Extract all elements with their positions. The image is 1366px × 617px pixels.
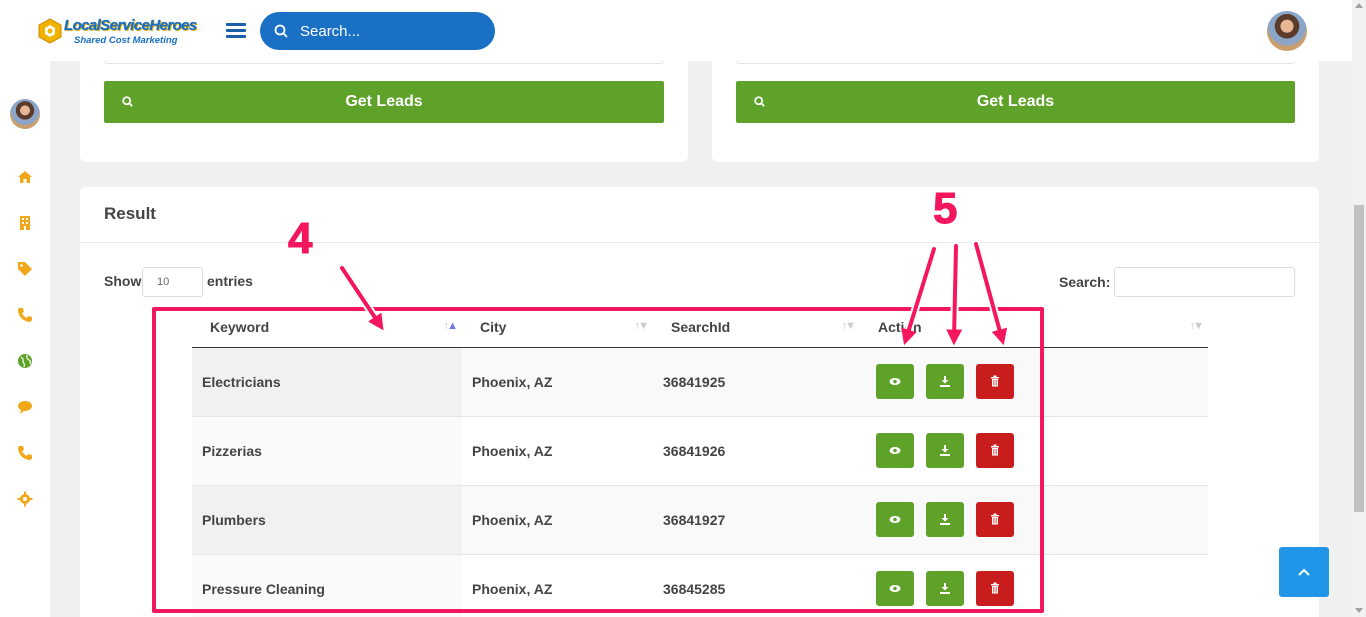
search-input[interactable] (300, 21, 480, 41)
menu-toggle-icon[interactable] (226, 23, 246, 39)
table-row: Pressure Cleaning Phoenix, AZ 36845285 (192, 554, 1208, 617)
delete-button[interactable] (976, 502, 1014, 537)
city-cell: Phoenix, AZ (462, 347, 653, 417)
globe-icon[interactable] (17, 353, 33, 369)
gear-icon[interactable] (17, 491, 33, 507)
table-row: Plumbers Phoenix, AZ 36841927 (192, 485, 1208, 555)
hexagon-logo-icon (38, 18, 62, 44)
column-header-keyword[interactable]: Keyword ↑▲ (192, 307, 462, 348)
home-icon[interactable] (17, 169, 33, 185)
download-icon (940, 514, 950, 525)
download-button[interactable] (926, 364, 964, 399)
keyword-cell: Plumbers (192, 485, 462, 555)
chevron-up-icon (1298, 568, 1310, 576)
result-card: Result Show entries Search: Keyword↑▲ Ci… (80, 187, 1319, 617)
annotation-label-5: 5 (932, 184, 958, 234)
download-button[interactable] (926, 502, 964, 537)
search-icon (122, 96, 133, 107)
keyword-cell: Electricians (192, 347, 462, 417)
searchid-cell: 36841925 (653, 347, 860, 417)
brand-tagline: Shared Cost Marketing (74, 35, 178, 46)
top-bar: LocalServiceHeroes Shared Cost Marketing (0, 0, 1352, 61)
view-button[interactable] (876, 433, 914, 468)
trash-icon (991, 582, 999, 594)
eye-icon (889, 378, 901, 385)
searchid-cell: 36845285 (653, 554, 860, 617)
sort-asc-icon: ↑▲ (443, 320, 458, 332)
city-cell: Phoenix, AZ (462, 485, 653, 555)
result-title: Result (104, 204, 156, 223)
table-row: Electricians Phoenix, AZ 36841925 (192, 347, 1208, 417)
action-cell (860, 416, 1208, 486)
trash-icon (991, 375, 999, 387)
download-icon (940, 445, 950, 456)
table-search-input[interactable] (1114, 267, 1295, 297)
get-leads-label: Get Leads (345, 93, 423, 110)
entries-label: entries (207, 273, 253, 289)
delete-button[interactable] (976, 364, 1014, 399)
scroll-up-arrow-icon[interactable] (1355, 3, 1363, 8)
searchid-cell: 36841927 (653, 485, 860, 555)
view-button[interactable] (876, 502, 914, 537)
city-cell: Phoenix, AZ (462, 416, 653, 486)
page-size-select[interactable] (142, 267, 203, 297)
action-cell (860, 347, 1208, 417)
table-search-label: Search: (1059, 274, 1111, 290)
action-cell (860, 485, 1208, 555)
column-header-city[interactable]: City ↑▼ (462, 307, 653, 348)
brand-name: LocalServiceHeroes (64, 17, 198, 34)
phone-icon[interactable] (17, 445, 33, 461)
sidebar-avatar[interactable] (10, 99, 40, 129)
download-button[interactable] (926, 433, 964, 468)
phone-icon[interactable] (17, 307, 33, 323)
brand-logo[interactable]: LocalServiceHeroes Shared Cost Marketing (38, 16, 197, 48)
tag-icon[interactable] (17, 261, 33, 277)
sort-icon: ↑▼ (634, 320, 649, 332)
keyword-cell: Pizzerias (192, 416, 462, 486)
download-button[interactable] (926, 571, 964, 606)
column-header-searchid[interactable]: SearchId ↑▼ (653, 307, 860, 348)
column-header-action[interactable]: Action ↑▼ (860, 307, 1208, 348)
delete-button[interactable] (976, 571, 1014, 606)
trash-icon (991, 513, 999, 525)
searchid-cell: 36841926 (653, 416, 860, 486)
action-cell (860, 554, 1208, 617)
table-header-row: Keyword ↑▲ City ↑▼ SearchId ↑▼ Action ↑▼ (192, 307, 1208, 348)
trash-icon (991, 444, 999, 456)
annotation-label-4: 4 (287, 214, 313, 264)
get-leads-button[interactable]: Get Leads (736, 81, 1295, 123)
eye-icon (889, 516, 901, 523)
sort-icon: ↑▼ (1189, 320, 1204, 332)
global-search[interactable] (260, 12, 495, 50)
view-button[interactable] (876, 571, 914, 606)
table-row: Pizzerias Phoenix, AZ 36841926 (192, 416, 1208, 486)
building-icon[interactable] (17, 215, 33, 231)
scroll-to-top-button[interactable] (1279, 547, 1329, 597)
chat-icon[interactable] (17, 399, 33, 415)
delete-button[interactable] (976, 433, 1014, 468)
sort-icon: ↑▼ (841, 320, 856, 332)
scroll-down-arrow-icon[interactable] (1355, 608, 1363, 613)
sidebar (0, 61, 50, 617)
scrollbar-thumb[interactable] (1354, 205, 1364, 512)
search-icon (274, 24, 288, 38)
download-icon (940, 376, 950, 387)
get-leads-button[interactable]: Get Leads (104, 81, 664, 123)
eye-icon (889, 447, 901, 454)
results-table: Keyword ↑▲ City ↑▼ SearchId ↑▼ Action ↑▼ Ele… (192, 307, 1208, 617)
eye-icon (889, 585, 901, 592)
page-scrollbar[interactable] (1352, 0, 1366, 617)
divider (80, 242, 1319, 243)
user-avatar[interactable] (1267, 11, 1307, 51)
get-leads-label: Get Leads (976, 93, 1055, 110)
download-icon (940, 583, 950, 594)
show-label: Show (104, 273, 142, 289)
keyword-cell: Pressure Cleaning (192, 554, 462, 617)
view-button[interactable] (876, 364, 914, 399)
search-icon (754, 96, 765, 107)
city-cell: Phoenix, AZ (462, 554, 653, 617)
